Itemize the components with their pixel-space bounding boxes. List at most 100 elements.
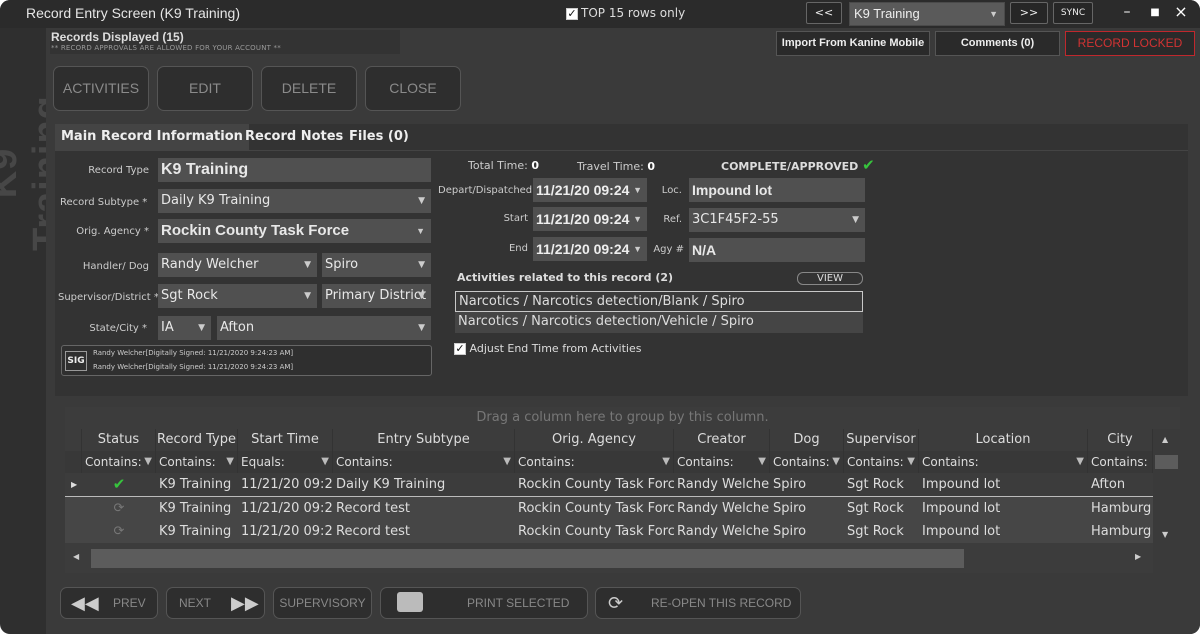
supervisory-button[interactable]: SUPERVISORY xyxy=(273,587,372,619)
ref-select[interactable]: 3C1F45F2-55 ▼ xyxy=(689,208,865,232)
delete-button[interactable]: DELETE xyxy=(261,66,357,111)
col-dog[interactable]: Dog xyxy=(770,429,844,451)
filter-icon[interactable]: ▼ xyxy=(832,451,840,473)
col-supervisor[interactable]: Supervisor xyxy=(844,429,919,451)
tab-files[interactable]: Files (0) xyxy=(349,124,409,150)
record-locked-button[interactable]: RECORD LOCKED xyxy=(1065,31,1195,56)
dog-select[interactable]: Spiro ▼ xyxy=(322,253,431,277)
close-button[interactable]: CLOSE xyxy=(365,66,461,111)
filter-supervisor[interactable]: Contains: ▼ xyxy=(844,451,919,473)
col-location[interactable]: Location xyxy=(919,429,1088,451)
vertical-scrollbar[interactable]: ▲ ▼ xyxy=(1153,429,1180,573)
cell-dog: Spiro xyxy=(773,477,807,492)
filter-entry-subtype[interactable]: Contains: ▼ xyxy=(333,451,515,473)
activities-button[interactable]: ACTIVITIES xyxy=(53,66,149,111)
top15-checkbox[interactable]: ✓ xyxy=(566,7,578,20)
handler-select[interactable]: Randy Welcher ▼ xyxy=(158,253,317,277)
col-record-type[interactable]: Record Type xyxy=(156,429,238,451)
cell-record-type: K9 Training xyxy=(159,477,232,492)
filter-record-type[interactable]: Contains: ▼ xyxy=(156,451,238,473)
minimize-icon[interactable]: – xyxy=(1116,4,1138,20)
col-start-time[interactable]: Start Time xyxy=(238,429,333,451)
filter-icon[interactable]: ▼ xyxy=(1076,451,1084,473)
filter-icon[interactable]: ▼ xyxy=(144,451,152,473)
horizontal-scroll-thumb[interactable] xyxy=(91,549,964,568)
adjust-end-time[interactable]: ✓ Adjust End Time from Activities xyxy=(454,342,641,355)
cell-creator: Randy Welcher xyxy=(677,477,770,492)
start-datetime[interactable]: 11/21/20 09:24 ▼ xyxy=(533,207,647,231)
reopen-record-button[interactable]: ⟳ RE-OPEN THIS RECORD xyxy=(595,587,801,619)
sig-button[interactable]: SIG xyxy=(65,351,87,371)
sync-button[interactable]: SYNC xyxy=(1053,2,1093,24)
status-badge: COMPLETE/APPROVED ✔ xyxy=(721,156,875,174)
city-select[interactable]: Afton ▼ xyxy=(217,316,431,340)
prev-button[interactable]: ◀◀ PREV xyxy=(60,587,158,619)
fast-forward-icon: ▶▶ xyxy=(231,593,259,613)
prev-record-button[interactable]: << xyxy=(806,2,842,24)
state-select[interactable]: IA ▼ xyxy=(158,316,211,340)
adjust-checkbox[interactable]: ✓ xyxy=(454,343,466,355)
filter-location[interactable]: Contains: ▼ xyxy=(919,451,1088,473)
sidebar-watermark: K9 Training xyxy=(0,40,68,260)
depart-datetime[interactable]: 11/21/20 09:24 ▼ xyxy=(533,178,647,202)
filter-icon[interactable]: ▼ xyxy=(758,451,766,473)
filter-icon[interactable]: ▼ xyxy=(226,451,234,473)
vertical-scroll-thumb[interactable] xyxy=(1155,455,1178,469)
filter-label: Contains: xyxy=(773,455,830,469)
tab-main-record[interactable]: Main Record Information xyxy=(55,124,249,150)
tab-record-notes[interactable]: Record Notes xyxy=(245,124,343,150)
cell-location: Impound lot xyxy=(922,524,1001,539)
scroll-left-icon[interactable]: ◀ xyxy=(73,552,79,561)
cell-creator: Randy Welcher xyxy=(677,524,770,539)
filter-city[interactable]: Contains: xyxy=(1088,451,1153,473)
end-datetime[interactable]: 11/21/20 09:24 ▼ xyxy=(533,237,647,261)
filter-icon[interactable]: ▼ xyxy=(907,451,915,473)
activity-item-1[interactable]: Narcotics / Narcotics detection/Blank / … xyxy=(455,291,863,312)
activity-item-2[interactable]: Narcotics / Narcotics detection/Vehicle … xyxy=(455,312,863,333)
import-button[interactable]: Import From Kanine Mobile xyxy=(776,31,930,56)
table-row[interactable]: ▶ ✔ K9 Training 11/21/20 09:24 Daily K9 … xyxy=(65,473,1153,496)
dog-value: Spiro xyxy=(325,257,359,272)
maximize-icon[interactable]: ■ xyxy=(1144,7,1166,18)
reopen-icon: ⟳ xyxy=(608,593,624,613)
next-record-button[interactable]: >> xyxy=(1010,2,1048,24)
next-button[interactable]: NEXT ▶▶ xyxy=(166,587,265,619)
record-subtype-select[interactable]: Daily K9 Training ▼ xyxy=(158,189,431,213)
top15-toggle[interactable]: ✓ TOP 15 rows only xyxy=(566,6,685,20)
filter-start-time[interactable]: Equals: ▼ xyxy=(238,451,333,473)
filter-icon[interactable]: ▼ xyxy=(503,451,511,473)
filter-creator[interactable]: Contains: ▼ xyxy=(674,451,770,473)
comments-button[interactable]: Comments (0) xyxy=(935,31,1060,56)
supervisor-select[interactable]: Sgt Rock ▼ xyxy=(158,284,317,308)
filter-status[interactable]: Contains: ▼ xyxy=(82,451,156,473)
chevron-down-icon: ▼ xyxy=(304,260,311,270)
filter-icon[interactable]: ▼ xyxy=(662,451,670,473)
filter-icon[interactable]: ▼ xyxy=(321,451,329,473)
view-button[interactable]: VIEW xyxy=(797,272,863,285)
close-icon[interactable]: × xyxy=(1170,2,1192,21)
table-row[interactable]: ⟳ K9 Training 11/21/20 09:24 Record test… xyxy=(65,520,1153,543)
filter-dog[interactable]: Contains: ▼ xyxy=(770,451,844,473)
scroll-down-icon[interactable]: ▼ xyxy=(1162,530,1168,539)
agy-field[interactable]: N/A xyxy=(689,238,865,262)
chevron-down-icon: ▼ xyxy=(198,323,205,333)
district-select[interactable]: Primary District ▼ xyxy=(322,284,431,308)
rewind-icon: ◀◀ xyxy=(71,593,99,613)
col-city[interactable]: City xyxy=(1088,429,1153,451)
scroll-up-icon[interactable]: ▲ xyxy=(1162,435,1168,444)
col-orig-agency[interactable]: Orig. Agency xyxy=(515,429,674,451)
horizontal-scrollbar[interactable]: ◀ ▶ xyxy=(65,545,1153,573)
location-field[interactable]: Impound lot xyxy=(689,178,865,202)
print-selected-button[interactable]: PRINT SELECTED xyxy=(380,587,588,619)
edit-button[interactable]: EDIT xyxy=(157,66,253,111)
table-row[interactable]: ⟳ K9 Training 11/21/20 09:24 Record test… xyxy=(65,497,1153,520)
col-creator[interactable]: Creator xyxy=(674,429,770,451)
record-type-select[interactable]: K9 Training ▼ xyxy=(849,2,1005,26)
filter-orig-agency[interactable]: Contains: ▼ xyxy=(515,451,674,473)
record-type-field[interactable]: K9 Training xyxy=(158,158,431,182)
scroll-right-icon[interactable]: ▶ xyxy=(1135,552,1141,561)
col-entry-subtype[interactable]: Entry Subtype xyxy=(333,429,515,451)
chevron-down-icon: ▼ xyxy=(633,244,642,254)
col-status[interactable]: Status xyxy=(82,429,156,451)
orig-agency-select[interactable]: Rockin County Task Force ▼ xyxy=(158,219,431,243)
